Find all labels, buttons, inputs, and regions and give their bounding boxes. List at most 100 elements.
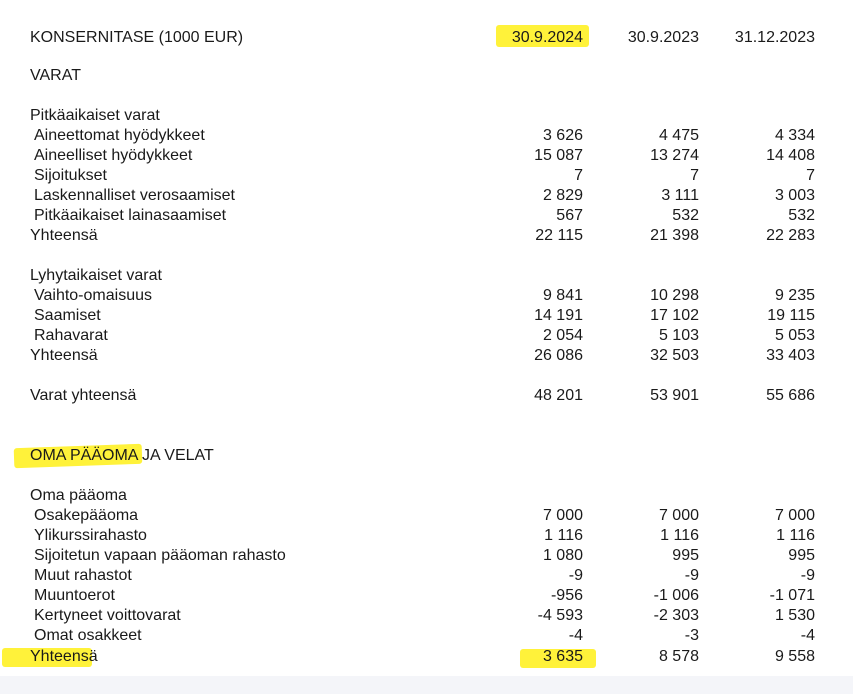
value-2023-q3: 532 — [672, 207, 699, 224]
table-row: Saamiset 14 191 17 102 19 115 — [0, 306, 853, 326]
column-header-2023-ye: 31.12.2023 — [734, 29, 815, 46]
value-2023-ye: 22 283 — [766, 227, 815, 244]
value-2023-ye: -4 — [800, 627, 815, 644]
value-2023-ye: 9 558 — [774, 648, 815, 665]
row-label: Muut rahastot — [34, 567, 132, 584]
value-2024: 3 626 — [542, 127, 583, 144]
value-2024: 567 — [556, 207, 583, 224]
value-2023-q3: -2 303 — [653, 607, 699, 624]
value-2023-ye: -9 — [800, 567, 815, 584]
section-heading-assets: VARAT — [30, 67, 81, 84]
column-header-2024: 30.9.2024 — [511, 29, 583, 46]
value-2024: -4 593 — [537, 607, 583, 624]
value-2023-q3: -9 — [684, 567, 699, 584]
row-label: Aineelliset hyödykkeet — [34, 147, 193, 164]
value-2023-q3: 5 103 — [658, 327, 699, 344]
table-row: Vaihto-omaisuus 9 841 10 298 9 235 — [0, 286, 853, 306]
subsection-heading-equity: Oma pääoma — [30, 487, 127, 504]
value-2023-q3: 3 111 — [661, 187, 699, 204]
row-label: Yhteensä — [30, 648, 98, 665]
value-2023-q3: 7 000 — [658, 507, 699, 524]
table-row: Ylikurssirahasto 1 116 1 116 1 116 — [0, 526, 853, 546]
value-2024: 26 086 — [534, 347, 583, 364]
value-2024: 3 635 — [542, 648, 583, 665]
value-2023-ye: 532 — [788, 207, 815, 224]
section-heading-equity-liabilities: OMA PÄÄOMA JA VELAT — [30, 447, 214, 464]
value-2024: -4 — [568, 627, 583, 644]
subsection-heading-noncurrent: Pitkäaikaiset varat — [30, 107, 160, 124]
value-2023-q3: 17 102 — [650, 307, 699, 324]
value-2023-ye: 4 334 — [774, 127, 815, 144]
value-2024: 9 841 — [542, 287, 583, 304]
value-2024: -956 — [550, 587, 583, 604]
value-2024: 22 115 — [535, 227, 583, 244]
value-2023-q3: 8 578 — [658, 648, 699, 665]
value-2023-q3: -1 006 — [653, 587, 699, 604]
value-2024: 7 000 — [542, 507, 583, 524]
row-label: Yhteensä — [30, 347, 98, 364]
total-row-equity: Yhteensä 3 635 8 578 9 558 — [0, 647, 853, 667]
row-label: Yhteensä — [30, 227, 98, 244]
row-label: Saamiset — [34, 307, 101, 324]
value-2024: 2 054 — [542, 327, 583, 344]
row-label: Aineettomat hyödykkeet — [34, 127, 205, 144]
page-bottom-band — [0, 676, 853, 694]
row-label: Osakepääoma — [34, 507, 139, 524]
row-label: Ylikurssirahasto — [34, 527, 147, 544]
value-2023-ye: 19 115 — [767, 307, 815, 324]
table-row: Sijoitukset 7 7 7 — [0, 166, 853, 186]
value-2023-ye: 7 000 — [774, 507, 815, 524]
value-2024: -9 — [568, 567, 583, 584]
table-row: Kertyneet voittovarat -4 593 -2 303 1 53… — [0, 606, 853, 626]
row-label: Laskennalliset verosaamiset — [34, 187, 235, 204]
value-2023-ye: 3 003 — [774, 187, 815, 204]
row-label: Kertyneet voittovarat — [34, 607, 181, 624]
table-row: Aineettomat hyödykkeet 3 626 4 475 4 334 — [0, 126, 853, 146]
table-row: Muut rahastot -9 -9 -9 — [0, 566, 853, 586]
value-2023-q3: 13 274 — [650, 147, 699, 164]
value-2023-q3: 32 503 — [650, 347, 699, 364]
value-2023-q3: 21 398 — [650, 227, 699, 244]
value-2023-ye: 14 408 — [766, 147, 815, 164]
value-2023-ye: 1 116 — [776, 527, 815, 544]
value-2023-ye: 55 686 — [766, 387, 815, 404]
grand-total-assets: Varat yhteensä 48 201 53 901 55 686 — [0, 386, 853, 406]
table-row: Laskennalliset verosaamiset 2 829 3 111 … — [0, 186, 853, 206]
row-label: Sijoitetun vapaan pääoman rahasto — [34, 547, 286, 564]
total-row-noncurrent: Yhteensä 22 115 21 398 22 283 — [0, 226, 853, 246]
table-row: Rahavarat 2 054 5 103 5 053 — [0, 326, 853, 346]
table-row: Pitkäaikaiset lainasaamiset 567 532 532 — [0, 206, 853, 226]
value-2023-ye: 5 053 — [774, 327, 815, 344]
row-label: Vaihto-omaisuus — [34, 287, 152, 304]
row-label: Rahavarat — [34, 327, 108, 344]
table-row: Sijoitetun vapaan pääoman rahasto 1 080 … — [0, 546, 853, 566]
value-2023-q3: 10 298 — [650, 287, 699, 304]
value-2023-ye: -1 071 — [769, 587, 815, 604]
row-label: Sijoitukset — [34, 167, 107, 184]
row-label: Omat osakkeet — [34, 627, 142, 644]
value-2023-ye: 33 403 — [766, 347, 815, 364]
value-2023-ye: 1 530 — [774, 607, 815, 624]
value-2024: 1 080 — [542, 547, 583, 564]
value-2023-ye: 9 235 — [774, 287, 815, 304]
value-2023-q3: 995 — [672, 547, 699, 564]
value-2023-q3: 4 475 — [658, 127, 699, 144]
value-2024: 15 087 — [534, 147, 583, 164]
table-row: Omat osakkeet -4 -3 -4 — [0, 626, 853, 646]
value-2023-q3: 7 — [690, 167, 699, 184]
column-header-2023-q3: 30.9.2023 — [627, 29, 699, 46]
value-2024: 1 116 — [544, 527, 583, 544]
value-2023-q3: -3 — [684, 627, 699, 644]
value-2023-ye: 7 — [806, 167, 815, 184]
table-row: Aineelliset hyödykkeet 15 087 13 274 14 … — [0, 146, 853, 166]
value-2023-q3: 1 116 — [660, 527, 699, 544]
subsection-heading-current: Lyhytaikaiset varat — [30, 267, 162, 284]
row-label: Muuntoerot — [34, 587, 115, 604]
table-title: KONSERNITASE (1000 EUR) — [30, 29, 244, 46]
row-label: Pitkäaikaiset lainasaamiset — [34, 207, 227, 224]
value-2024: 7 — [574, 167, 583, 184]
value-2024: 14 191 — [534, 307, 583, 324]
value-2023-ye: 995 — [788, 547, 815, 564]
total-row-current: Yhteensä 26 086 32 503 33 403 — [0, 346, 853, 366]
table-row: Muuntoerot -956 -1 006 -1 071 — [0, 586, 853, 606]
